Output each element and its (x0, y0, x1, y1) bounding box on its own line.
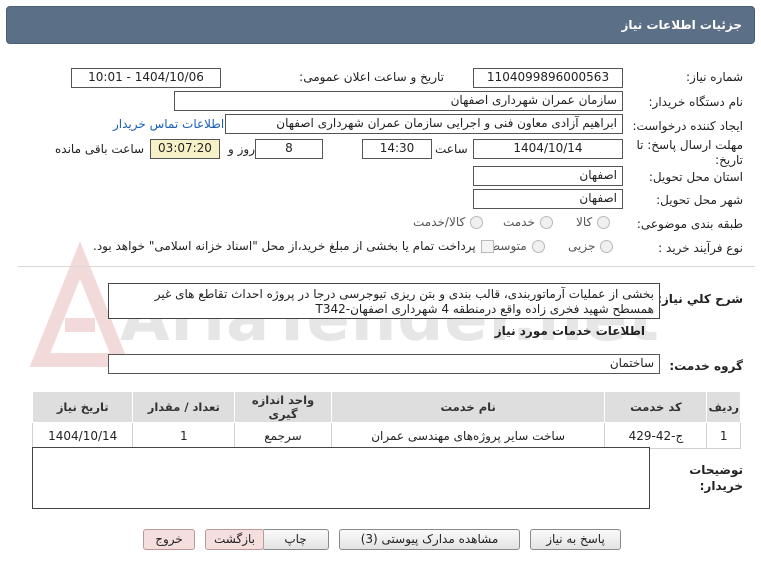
cell-need-date: 1404/10/14 (31, 422, 134, 449)
col-service-code: کد خدمت (604, 391, 708, 423)
need-number-field: 1104099896000563 (473, 68, 623, 88)
checkbox-icon (480, 239, 494, 253)
cell-unit: سرجمع (234, 422, 332, 449)
description-label: شرح کلي نياز: (657, 292, 743, 306)
table-row[interactable]: 1 ج-42-429 ساخت سایر پروژه‌های مهندسی عم… (31, 422, 741, 449)
creator-field: ابراهیم آزادی معاون فنی و اجرایی سازمان … (225, 114, 623, 134)
deadline-date-field: 1404/10/14 (473, 139, 623, 159)
remaining-days-label: روز و (228, 142, 255, 156)
radio-circle-icon (470, 215, 484, 229)
category-option-service[interactable]: خدمت (503, 215, 553, 229)
category-option-goods-service[interactable]: کالا/خدمت (413, 215, 484, 229)
cell-quantity: 1 (132, 422, 236, 449)
category-option-goods[interactable]: کالا (576, 215, 611, 229)
radio-circle-icon (600, 239, 614, 253)
buyer-contact-link[interactable]: اطلاعات تماس خریدار (113, 117, 224, 131)
back-button[interactable]: بازگشت (205, 529, 264, 550)
service-group-field: ساختمان (108, 354, 660, 374)
deadline-time-label: ساعت (435, 142, 468, 156)
province-label: استان محل تحویل: (648, 170, 743, 184)
deadline-label: مهلت ارسال پاسخ: تا تاریخ: (636, 138, 743, 167)
city-field: اصفهان (473, 189, 623, 209)
buyer-notes-field[interactable] (32, 447, 650, 509)
respond-button[interactable]: پاسخ به نیاز (530, 529, 621, 550)
view-attachments-button[interactable]: مشاهده مدارک پیوستی (3) (339, 529, 520, 550)
creator-label: ایجاد کننده درخواست: (632, 119, 743, 133)
radio-circle-icon (539, 215, 553, 229)
need-number-label: شماره نیاز: (686, 70, 743, 84)
window-titlebar: جزئیات اطلاعات نیاز (6, 6, 755, 44)
col-unit: واحد اندازه گیری (234, 391, 332, 423)
purchase-option-medium[interactable]: متوسط (489, 239, 545, 253)
radio-circle-icon (597, 215, 611, 229)
col-quantity: تعداد / مقدار (132, 391, 236, 423)
remaining-days-field: 8 (255, 139, 323, 159)
exit-button[interactable]: خروج (143, 529, 195, 550)
cell-service-code: ج-42-429 (604, 422, 708, 449)
buyer-org-label: نام دستگاه خریدار: (648, 95, 744, 109)
col-service-name: نام خدمت (330, 391, 606, 423)
announce-datetime-field: 1404/10/06 - 10:01 (71, 68, 221, 88)
cell-service-name: ساخت سایر پروژه‌های مهندسی عمران (330, 422, 606, 449)
radio-circle-icon (531, 239, 545, 253)
col-need-date: تاریخ نیاز (31, 391, 134, 423)
buyer-org-field: سازمان عمران شهرداری اصفهان (174, 91, 623, 111)
cell-row-number: 1 (706, 422, 741, 449)
deadline-time-field: 14:30 (362, 139, 432, 159)
announce-datetime-label: تاریخ و ساعت اعلان عمومی: (299, 70, 444, 84)
print-button[interactable]: چاپ (262, 529, 329, 550)
purchase-type-label: نوع فرآیند خرید : (658, 241, 743, 255)
buyer-notes-label: توضیحات خریدار: (689, 463, 743, 493)
description-field: بخشی از عملیات آرماتوربندی، قالب بندی و … (108, 283, 660, 319)
purchase-option-small[interactable]: جزیی (568, 239, 614, 253)
remaining-time-field: 03:07:20 (150, 139, 220, 159)
table-header-row: ردیف کد خدمت نام خدمت واحد اندازه گیری ت… (31, 391, 741, 423)
col-row-number: ردیف (706, 391, 741, 423)
window-title: جزئیات اطلاعات نیاز (621, 18, 742, 32)
city-label: شهر محل تحویل: (656, 193, 743, 207)
services-section-title: اطلاعات خدمات مورد نياز (494, 324, 645, 338)
treasury-payment-checkbox[interactable]: پرداخت تمام یا بخشی از مبلغ خرید،از محل … (93, 239, 494, 253)
section-divider (18, 266, 755, 267)
services-table: ردیف کد خدمت نام خدمت واحد اندازه گیری ت… (31, 391, 741, 449)
category-label: طبقه بندی موضوعی: (636, 217, 743, 231)
province-field: اصفهان (473, 166, 623, 186)
service-group-label: گروه خدمت: (669, 359, 743, 373)
remaining-time-label: ساعت باقی مانده (55, 142, 145, 156)
